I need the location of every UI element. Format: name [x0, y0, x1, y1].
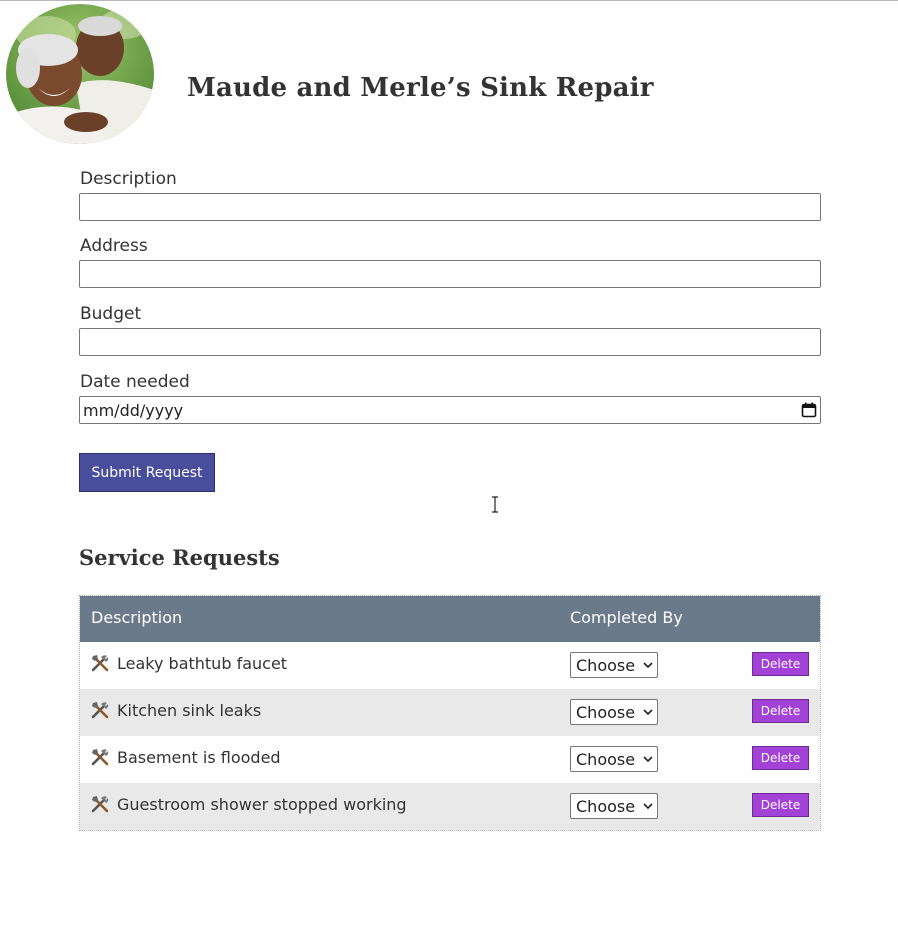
delete-button[interactable]: Delete [752, 699, 809, 723]
completed-by-value: Choose [576, 749, 636, 769]
request-description: Leaky bathtub faucet [117, 654, 288, 673]
chevron-down-icon [643, 756, 653, 763]
chevron-down-icon [643, 803, 653, 810]
request-description: Kitchen sink leaks [117, 701, 262, 720]
address-input[interactable] [79, 260, 821, 288]
tools-icon [91, 749, 109, 766]
site-title: Maude and Merle’s Sink Repair [187, 73, 654, 103]
column-header-description: Description [91, 608, 183, 627]
submit-request-button[interactable]: Submit Request [79, 453, 215, 492]
description-label: Description [80, 169, 177, 189]
date-input[interactable]: mm/dd/yyyy [79, 396, 821, 424]
completed-by-select[interactable]: Choose [570, 746, 658, 772]
table-row: Basement is flooded Choose Delete [80, 736, 820, 783]
table-row: Guestroom shower stopped working Choose … [80, 783, 820, 830]
budget-label: Budget [80, 304, 142, 324]
service-requests-heading: Service Requests [79, 545, 280, 570]
text-cursor-icon [492, 496, 498, 513]
completed-by-value: Choose [576, 655, 636, 675]
date-label: Date needed [80, 372, 190, 392]
completed-by-select[interactable]: Choose [570, 793, 658, 819]
date-placeholder: mm/dd/yyyy [83, 400, 184, 420]
chevron-down-icon [643, 662, 653, 669]
delete-button[interactable]: Delete [752, 793, 809, 817]
couple-photo-icon [6, 4, 154, 144]
table-row: Kitchen sink leaks Choose Delete [80, 689, 820, 736]
completed-by-select[interactable]: Choose [570, 699, 658, 725]
calendar-icon[interactable] [801, 402, 817, 418]
completed-by-value: Choose [576, 702, 636, 722]
address-label: Address [80, 236, 148, 256]
tools-icon [91, 796, 109, 813]
completed-by-value: Choose [576, 796, 636, 816]
table-row: Leaky bathtub faucet Choose Delete [80, 642, 820, 689]
service-requests-table: Description Completed By Leaky bathtub f… [79, 595, 821, 831]
request-description: Basement is flooded [117, 748, 281, 767]
table-header: Description Completed By [80, 596, 820, 642]
request-description: Guestroom shower stopped working [117, 795, 407, 814]
column-header-completed-by: Completed By [570, 608, 683, 627]
delete-button[interactable]: Delete [752, 746, 809, 770]
chevron-down-icon [643, 709, 653, 716]
tools-icon [91, 655, 109, 672]
tools-icon [91, 702, 109, 719]
delete-button[interactable]: Delete [752, 652, 809, 676]
avatar [6, 4, 154, 144]
completed-by-select[interactable]: Choose [570, 652, 658, 678]
budget-input[interactable] [79, 328, 821, 356]
description-input[interactable] [79, 193, 821, 221]
